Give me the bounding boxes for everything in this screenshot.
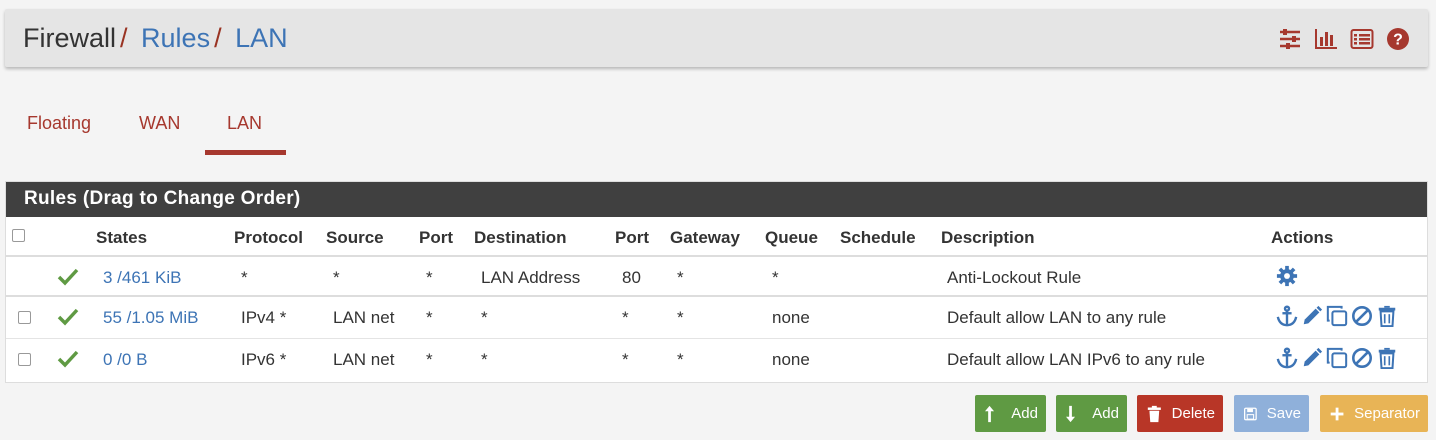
gateway-cell: * [677,350,684,369]
pencil-icon[interactable] [1301,347,1323,369]
dest-port-cell: * [622,308,629,327]
check-icon[interactable] [57,268,79,286]
port-cell: * [426,350,433,369]
port-cell: * [426,268,433,287]
help-icon[interactable]: ? [1386,27,1410,51]
col-destination: Destination [474,228,567,247]
anchor-icon[interactable] [1276,305,1298,327]
panel-title: Rules (Drag to Change Order) [6,182,1427,217]
copy-icon[interactable] [1326,305,1348,327]
col-protocol: Protocol [234,228,303,247]
sliders-icon[interactable] [1278,27,1302,51]
bar-chart-icon[interactable] [1314,27,1338,51]
gear-icon[interactable] [1276,265,1298,287]
anchor-icon[interactable] [1276,347,1298,369]
check-icon[interactable] [57,350,79,368]
save-label: Save [1266,405,1301,422]
breadcrumb-lan-link[interactable]: LAN [235,23,288,53]
col-schedule: Schedule [840,228,916,247]
trash-icon[interactable] [1376,347,1398,369]
queue-cell: * [772,268,779,287]
arrow-up-icon [985,405,995,422]
add-bottom-button[interactable]: Add [1056,395,1127,432]
protocol-cell: IPv4 * [241,308,287,327]
states-link[interactable]: 0 /0 B [103,350,147,370]
save-icon [1244,407,1257,420]
dest-port-cell: 80 [622,268,641,287]
table-row[interactable]: 55 /1.05 MiB IPv4 * LAN net * * * * none… [6,297,1427,339]
arrow-down-icon [1066,405,1076,422]
trash-icon[interactable] [1376,305,1398,327]
save-button[interactable]: Save [1234,395,1309,432]
svg-text:?: ? [1393,32,1403,49]
tab-floating[interactable]: Floating [5,113,113,134]
gateway-cell: * [677,308,684,327]
ban-icon[interactable] [1351,347,1373,369]
row-checkbox[interactable] [18,353,31,366]
tab-wan[interactable]: WAN [117,113,202,134]
breadcrumb-rules-link[interactable]: Rules [141,23,210,53]
destination-cell: * [481,308,488,327]
destination-cell: * [481,350,488,369]
col-queue: Queue [765,228,818,247]
col-states: States [96,228,148,247]
plus-icon [1330,407,1344,420]
breadcrumb-firewall: Firewall [23,23,117,53]
table-row[interactable]: 0 /0 B IPv6 * LAN net * * * * none Defau… [6,339,1427,381]
table-header: States Protocol Source Port Destination … [6,217,1427,257]
breadcrumb-separator: / [214,23,222,53]
delete-button[interactable]: Delete [1137,395,1223,432]
active-tab-indicator [205,150,286,155]
tab-lan[interactable]: LAN [205,113,284,134]
source-cell: LAN net [333,350,395,369]
list-icon[interactable] [1350,27,1374,51]
dest-port-cell: * [622,350,629,369]
protocol-cell: IPv6 * [241,350,287,369]
page-header: Firewall / Rules / LAN ? [5,9,1428,67]
breadcrumb-separator: / [120,23,128,53]
col-description: Description [941,228,1035,247]
select-all-checkbox[interactable] [12,229,25,242]
rules-panel: Rules (Drag to Change Order) States Prot… [5,181,1428,383]
check-icon[interactable] [57,308,79,326]
col-source: Source [326,228,384,247]
copy-icon[interactable] [1326,347,1348,369]
states-link[interactable]: 55 /1.05 MiB [103,308,198,328]
protocol-cell: * [241,268,248,287]
destination-cell: LAN Address [481,268,581,287]
breadcrumb: Firewall / Rules / LAN [23,23,288,54]
source-cell: * [333,268,340,287]
port-cell: * [426,308,433,327]
states-link[interactable]: 3 /461 KiB [103,268,181,288]
col-gateway: Gateway [670,228,740,247]
add-top-label: Add [1011,405,1038,422]
description-cell: Default allow LAN to any rule [947,308,1167,327]
col-actions: Actions [1271,228,1334,247]
queue-cell: none [772,308,810,327]
col-port: Port [419,228,453,247]
ban-icon[interactable] [1351,305,1373,327]
row-checkbox[interactable] [18,311,31,324]
gateway-cell: * [677,268,684,287]
add-top-button[interactable]: Add [975,395,1046,432]
separator-label: Separator [1354,405,1420,422]
separator-button[interactable]: Separator [1320,395,1428,432]
description-cell: Default allow LAN IPv6 to any rule [947,350,1205,369]
tab-bar: Floating WAN LAN [5,100,605,155]
add-bottom-label: Add [1092,405,1119,422]
delete-label: Delete [1171,405,1215,422]
description-cell: Anti-Lockout Rule [947,268,1082,287]
source-cell: LAN net [333,308,395,327]
queue-cell: none [772,350,810,369]
col-dest-port: Port [615,228,649,247]
table-row[interactable]: 3 /461 KiB * * * LAN Address 80 * * Anti… [6,257,1427,297]
trash-icon [1147,405,1161,422]
pencil-icon[interactable] [1301,305,1323,327]
